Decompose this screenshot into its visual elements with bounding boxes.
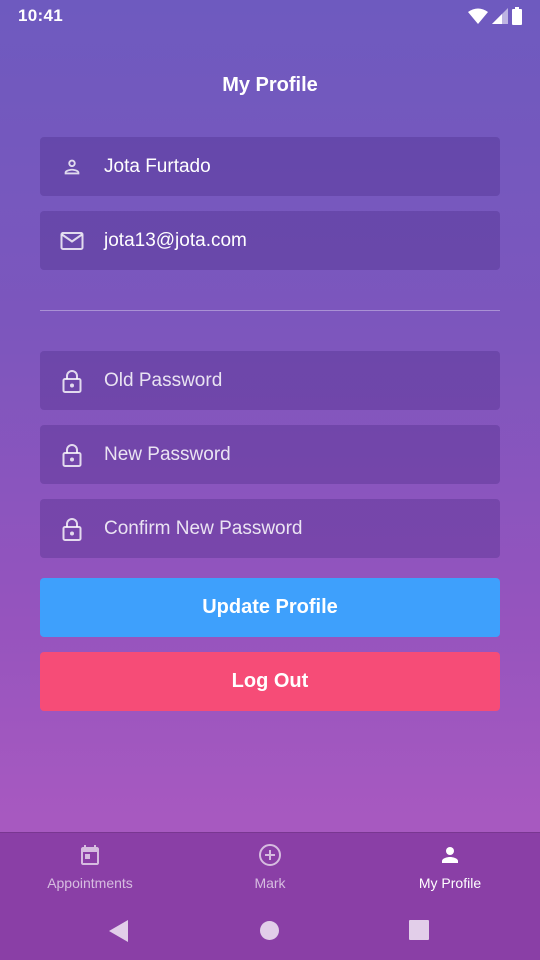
name-value: Jota Furtado <box>104 155 211 177</box>
email-value: jota13@jota.com <box>104 229 247 251</box>
lock-icon <box>40 369 104 393</box>
nav-item-mark[interactable]: Mark <box>180 833 360 903</box>
bottom-nav: Appointments Mark My Profile <box>0 832 540 903</box>
email-field[interactable]: jota13@jota.com <box>40 211 500 270</box>
confirm-password-placeholder: Confirm New Password <box>104 517 303 539</box>
status-time: 10:41 <box>18 6 63 25</box>
add-circle-icon <box>258 843 282 867</box>
cell-signal-icon <box>492 8 508 24</box>
nav-item-appointments[interactable]: Appointments <box>0 833 180 903</box>
confirm-password-field[interactable]: Confirm New Password <box>40 499 500 558</box>
new-password-placeholder: New Password <box>104 443 231 465</box>
email-icon <box>40 231 104 251</box>
nav-label-mark: Mark <box>254 875 286 891</box>
page-title: My Profile <box>222 74 318 96</box>
wifi-icon <box>468 8 488 24</box>
person-icon <box>40 156 104 178</box>
update-profile-button[interactable]: Update Profile <box>40 578 500 637</box>
system-nav-bar <box>0 902 540 960</box>
status-icons <box>468 7 522 25</box>
person-icon <box>438 843 462 867</box>
calendar-icon <box>78 843 102 867</box>
home-icon[interactable] <box>259 920 280 946</box>
nav-label-my-profile: My Profile <box>418 875 482 891</box>
recents-icon[interactable] <box>409 920 429 945</box>
battery-icon <box>512 7 522 25</box>
lock-icon <box>40 443 104 467</box>
status-bar: 10:41 <box>0 0 540 32</box>
old-password-placeholder: Old Password <box>104 369 223 391</box>
old-password-field[interactable]: Old Password <box>40 351 500 410</box>
new-password-field[interactable]: New Password <box>40 425 500 484</box>
lock-icon <box>40 517 104 541</box>
back-icon[interactable] <box>108 919 130 948</box>
divider <box>40 310 500 311</box>
nav-item-my-profile[interactable]: My Profile <box>360 833 540 903</box>
name-field[interactable]: Jota Furtado <box>40 137 500 196</box>
nav-label-appointments: Appointments <box>47 875 133 891</box>
log-out-button[interactable]: Log Out <box>40 652 500 711</box>
